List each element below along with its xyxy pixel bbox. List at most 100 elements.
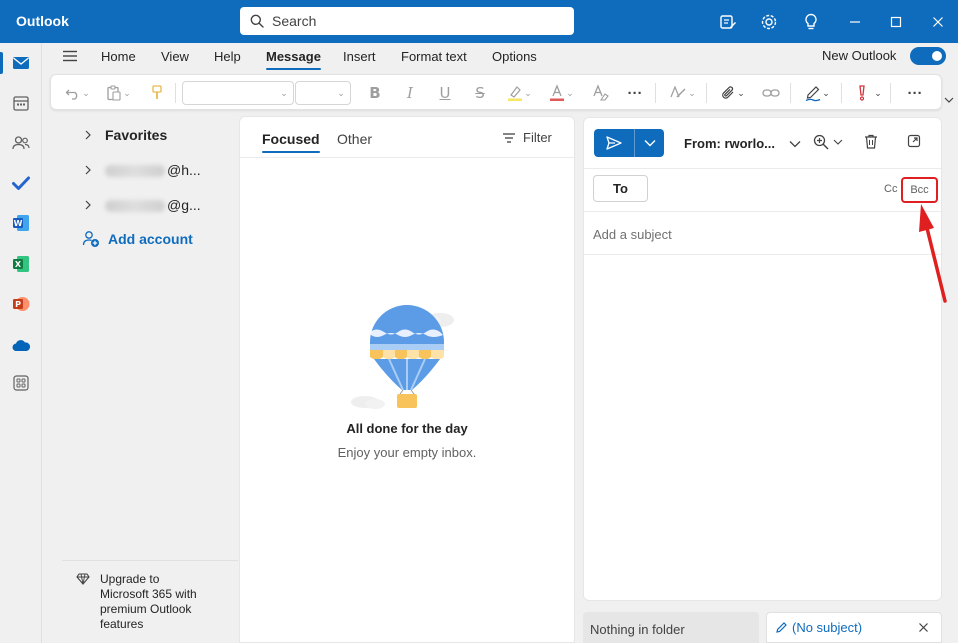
folder-account-1[interactable]: @h... [42,158,238,182]
from-label: From: rworlo... [684,136,775,151]
people-icon[interactable] [11,133,31,153]
tab-view[interactable]: View [161,49,189,64]
tab-help[interactable]: Help [214,49,241,64]
highlight-dropdown-chevron-icon[interactable]: ⌄ [523,83,533,103]
maximize-icon[interactable] [886,12,906,32]
ribbon-separator [890,83,891,103]
zoom-button[interactable] [813,134,843,150]
hot-air-balloon-icon [351,305,454,409]
pop-out-button[interactable] [907,134,921,148]
chevron-right-icon [84,163,92,178]
strikethrough-icon[interactable]: S [470,83,490,103]
signature-icon[interactable] [803,83,823,103]
italic-icon[interactable]: I [400,83,420,103]
upgrade-text: Upgrade to Microsoft 365 with premium Ou… [100,572,197,631]
app-rail: W X P [0,43,42,643]
word-icon[interactable]: W [11,213,31,233]
apps-icon[interactable] [11,373,31,393]
zoom-in-icon [813,134,829,150]
rail-active-indicator [0,52,3,74]
settings-gear-icon[interactable] [759,12,779,32]
onedrive-icon[interactable] [11,335,31,355]
upgrade-promo[interactable]: Upgrade to Microsoft 365 with premium Ou… [76,572,226,632]
chevron-right-icon [84,198,92,213]
calendar-icon[interactable] [11,93,31,113]
subject-input[interactable]: Add a subject [593,227,672,242]
ribbon-expand-chevron-icon[interactable] [944,92,954,107]
more-formatting-icon[interactable]: ··· [625,83,645,103]
highlight-icon[interactable] [505,83,525,103]
font-family-select[interactable] [182,81,294,105]
bottom-tab-draft[interactable]: (No subject) [766,612,942,643]
filter-label: Filter [523,130,552,145]
from-selector[interactable]: From: rworlo... [684,136,801,151]
to-button[interactable]: To [593,175,648,202]
favorites-label: Favorites [105,127,168,143]
tab-other[interactable]: Other [337,131,372,147]
format-painter-icon[interactable] [147,83,167,103]
undo-dropdown-chevron-icon[interactable]: ⌄ [81,83,91,103]
diamond-icon [76,573,90,585]
font-size-chevron-icon[interactable]: ⌄ [336,83,346,103]
bold-icon[interactable]: B [365,83,385,103]
tab-format-text[interactable]: Format text [401,49,467,64]
tab-insert[interactable]: Insert [343,49,376,64]
editor-icon[interactable] [668,83,688,103]
signature-dropdown-chevron-icon[interactable]: ⌄ [821,83,831,103]
app-title: Outlook [16,13,69,29]
pop-out-icon [907,134,921,148]
paste-icon[interactable] [104,83,124,103]
empty-state-subtitle: Enjoy your empty inbox. [337,445,477,460]
search-box[interactable]: Search [240,7,574,35]
clear-formatting-icon[interactable] [590,83,610,103]
tab-home[interactable]: Home [101,49,136,64]
ribbon-separator [655,83,656,103]
lightbulb-icon[interactable] [801,12,821,32]
folder-account-2[interactable]: @g... [42,193,238,217]
folder-favorites[interactable]: Favorites [42,123,238,147]
close-icon[interactable] [928,12,948,32]
new-outlook-label: New Outlook [822,48,897,63]
minimize-icon[interactable] [845,12,865,32]
add-account-link[interactable]: Add account [82,230,193,248]
trash-icon [865,134,877,149]
filter-button[interactable]: Filter [502,130,552,145]
undo-icon[interactable] [63,83,83,103]
more-options-icon[interactable]: ··· [905,83,925,103]
tab-options[interactable]: Options [492,49,537,64]
tab-focused[interactable]: Focused [262,131,320,153]
underline-icon[interactable]: U [435,83,455,103]
draft-tab-label: (No subject) [792,620,863,635]
send-options-button[interactable] [635,129,664,157]
hamburger-menu-icon[interactable] [62,50,78,65]
powerpoint-icon[interactable]: P [11,294,31,314]
attach-file-icon[interactable] [718,83,738,103]
font-family-chevron-icon[interactable]: ⌄ [279,83,289,103]
bottom-tab-folder[interactable]: Nothing in folder [583,612,759,643]
compose-note-icon[interactable] [718,12,738,32]
attach-dropdown-chevron-icon[interactable]: ⌄ [736,83,746,103]
compose-pane: From: rworlo... To Cc Bcc Add a subject [583,117,942,601]
font-color-dropdown-chevron-icon[interactable]: ⌄ [565,83,575,103]
svg-text:P: P [15,300,21,309]
close-tab-icon[interactable] [918,621,929,636]
cc-button[interactable]: Cc [884,183,897,195]
importance-icon[interactable] [852,83,872,103]
excel-icon[interactable]: X [11,254,31,274]
paste-dropdown-chevron-icon[interactable]: ⌄ [122,83,132,103]
link-icon[interactable] [761,83,781,103]
mail-icon[interactable] [11,53,31,73]
font-color-icon[interactable] [547,83,567,103]
importance-dropdown-chevron-icon[interactable]: ⌄ [873,83,883,103]
bcc-button[interactable]: Bcc [901,177,938,203]
editor-dropdown-chevron-icon[interactable]: ⌄ [687,83,697,103]
todo-icon[interactable] [11,173,31,193]
send-button[interactable] [594,129,635,157]
ribbon-toolbar: ⌄ ⌄ ⌄ ⌄ B I U S ⌄ ⌄ ··· ⌄ ⌄ ⌄ ⌄ ··· [50,74,942,110]
discard-button[interactable] [864,134,878,149]
svg-text:W: W [14,219,23,228]
divider [240,157,574,158]
tab-message[interactable]: Message [266,49,321,70]
redacted-email [105,200,165,213]
new-outlook-toggle[interactable] [910,47,946,65]
